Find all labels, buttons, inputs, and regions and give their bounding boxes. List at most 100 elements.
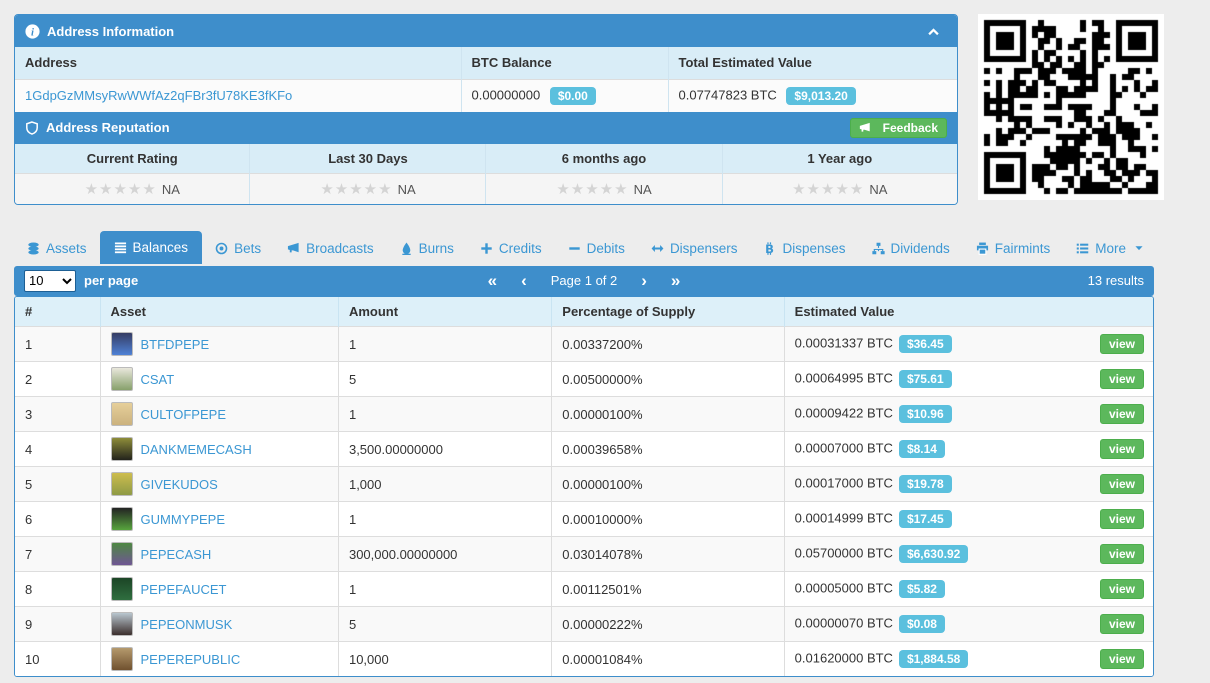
svg-text:B: B bbox=[766, 242, 775, 255]
asset-link[interactable]: PEPEONMUSK bbox=[141, 617, 233, 632]
tab-debits[interactable]: Debits bbox=[555, 233, 638, 264]
asset-thumbnail bbox=[111, 437, 133, 461]
column-header-amount: Amount bbox=[338, 297, 551, 327]
pager: « ‹ Page 1 of 2 › » bbox=[14, 272, 1154, 289]
amount-value: 300,000.00000000 bbox=[338, 537, 551, 572]
asset-link[interactable]: CULTOFPEPE bbox=[141, 407, 226, 422]
tab-assets[interactable]: Assets bbox=[14, 233, 100, 264]
balance-row: 9PEPEONMUSK50.00000222%0.00000070 BTC$0.… bbox=[15, 607, 1153, 642]
estimated-value-usd-badge: $6,630.92 bbox=[899, 545, 968, 563]
reputation-rating-cell: ★★★★★NA bbox=[486, 174, 722, 204]
estimated-value-btc: 0.00017000 BTC bbox=[795, 475, 893, 490]
estimated-value-btc: 0.00031337 BTC bbox=[795, 335, 893, 350]
balance-row: 10PEPEREPUBLIC10,0000.00001084%0.0162000… bbox=[15, 642, 1153, 677]
sitemap-icon bbox=[872, 242, 885, 255]
view-button[interactable]: view bbox=[1100, 334, 1144, 354]
view-button[interactable]: view bbox=[1100, 369, 1144, 389]
column-header-supply-pct: Percentage of Supply bbox=[552, 297, 784, 327]
tab-burns[interactable]: Burns bbox=[387, 233, 467, 264]
reputation-column-header: Current Rating bbox=[15, 144, 250, 174]
tab-more[interactable]: More bbox=[1063, 233, 1157, 264]
reputation-header-row: Current RatingLast 30 Days6 months ago1 … bbox=[15, 144, 957, 174]
estimated-value-usd-badge: $1,884.58 bbox=[899, 650, 968, 668]
angle-left-icon[interactable]: ‹ bbox=[521, 272, 527, 289]
tab-bets[interactable]: Bets bbox=[202, 233, 274, 264]
star-icon: ★ bbox=[113, 181, 127, 198]
tabs: Assets Balances Bets Broadcasts Burns Credits… bbox=[14, 231, 1154, 264]
balance-row: 5GIVEKUDOS1,0000.00000100%0.00017000 BTC… bbox=[15, 467, 1153, 502]
total-value-usd-badge: $9,013.20 bbox=[786, 87, 855, 105]
tab-credits[interactable]: Credits bbox=[467, 233, 555, 264]
view-button[interactable]: view bbox=[1100, 544, 1144, 564]
minus-icon bbox=[568, 242, 581, 255]
view-button[interactable]: view bbox=[1100, 579, 1144, 599]
tab-dispenses[interactable]: BDispenses bbox=[750, 233, 858, 264]
asset-link[interactable]: PEPEREPUBLIC bbox=[141, 652, 241, 667]
star-icon: ★ bbox=[142, 181, 156, 198]
database-icon bbox=[27, 242, 40, 255]
asset-thumbnail bbox=[111, 647, 133, 671]
asset-link[interactable]: DANKMEMECASH bbox=[141, 442, 252, 457]
asset-link[interactable]: PEPEFAUCET bbox=[141, 582, 227, 597]
qr-box bbox=[978, 14, 1164, 200]
tab-label: Balances bbox=[133, 240, 189, 255]
view-button[interactable]: view bbox=[1100, 649, 1144, 669]
tab-label: Credits bbox=[499, 241, 542, 256]
caret-down-icon bbox=[1134, 243, 1144, 253]
supply-pct-value: 0.03014078% bbox=[552, 537, 784, 572]
reputation-table: Current RatingLast 30 Days6 months ago1 … bbox=[15, 144, 957, 204]
asset-link[interactable]: PEPECASH bbox=[141, 547, 212, 562]
asset-link[interactable]: BTFDPEPE bbox=[141, 337, 210, 352]
tab-label: Fairmints bbox=[995, 241, 1051, 256]
per-page-select[interactable]: 10 bbox=[24, 270, 76, 292]
star-icon: ★ bbox=[335, 181, 349, 198]
view-button[interactable]: view bbox=[1100, 404, 1144, 424]
bitcoin-icon: B bbox=[763, 242, 776, 255]
supply-pct-value: 0.00337200% bbox=[552, 327, 784, 362]
view-button[interactable]: view bbox=[1100, 439, 1144, 459]
tab-balances[interactable]: Balances bbox=[100, 231, 203, 264]
address-reputation-header: Address Reputation Feedback bbox=[15, 112, 957, 144]
address-link[interactable]: 1GdpGzMMsyRwWWfAz2qFBr3fU78KE3fKFo bbox=[25, 88, 292, 103]
list-icon bbox=[114, 241, 127, 254]
estimated-value-btc: 0.00064995 BTC bbox=[795, 370, 893, 385]
view-button[interactable]: view bbox=[1100, 614, 1144, 634]
asset-link[interactable]: CSAT bbox=[141, 372, 175, 387]
view-button[interactable]: view bbox=[1100, 474, 1144, 494]
angle-right-icon[interactable]: › bbox=[641, 272, 647, 289]
address-info-row: 1GdpGzMMsyRwWWfAz2qFBr3fU78KE3fKFo 0.000… bbox=[15, 79, 957, 112]
row-number: 1 bbox=[15, 327, 100, 362]
feedback-button[interactable]: Feedback bbox=[850, 118, 947, 138]
plus-icon bbox=[480, 242, 493, 255]
angle-double-left-icon[interactable]: « bbox=[488, 272, 497, 289]
reputation-rating-cell: ★★★★★NA bbox=[15, 174, 250, 204]
row-number: 4 bbox=[15, 432, 100, 467]
address-reputation-title: Address Reputation bbox=[46, 120, 170, 135]
row-number: 5 bbox=[15, 467, 100, 502]
target-icon bbox=[215, 242, 228, 255]
tab-broadcasts[interactable]: Broadcasts bbox=[274, 233, 387, 264]
column-header-btc-balance: BTC Balance bbox=[461, 47, 668, 79]
shield-icon bbox=[25, 121, 39, 135]
page: i Address Information Address BTC Balanc… bbox=[0, 0, 1210, 677]
tab-fairmints[interactable]: Fairmints bbox=[963, 233, 1064, 264]
megaphone-icon bbox=[859, 122, 871, 134]
reputation-rating-cell: ★★★★★NA bbox=[250, 174, 486, 204]
balance-row: 8PEPEFAUCET10.00112501%0.00005000 BTC$5.… bbox=[15, 572, 1153, 607]
supply-pct-value: 0.00001084% bbox=[552, 642, 784, 677]
asset-thumbnail bbox=[111, 612, 133, 636]
angle-double-right-icon[interactable]: » bbox=[671, 272, 680, 289]
tab-label: Broadcasts bbox=[306, 241, 374, 256]
tab-dispensers[interactable]: Dispensers bbox=[638, 233, 751, 264]
balance-row: 3CULTOFPEPE10.00000100%0.00009422 BTC$10… bbox=[15, 397, 1153, 432]
reputation-ratings-row: ★★★★★NA★★★★★NA★★★★★NA★★★★★NA bbox=[15, 174, 957, 204]
view-button[interactable]: view bbox=[1100, 509, 1144, 529]
star-icon: ★ bbox=[821, 181, 835, 198]
estimated-value-btc: 0.05700000 BTC bbox=[795, 545, 893, 560]
chevron-up-icon[interactable] bbox=[927, 25, 940, 38]
asset-link[interactable]: GIVEKUDOS bbox=[141, 477, 218, 492]
amount-value: 1 bbox=[338, 397, 551, 432]
tab-dividends[interactable]: Dividends bbox=[859, 233, 963, 264]
asset-link[interactable]: GUMMYPEPE bbox=[141, 512, 226, 527]
star-icon: ★ bbox=[792, 181, 806, 198]
